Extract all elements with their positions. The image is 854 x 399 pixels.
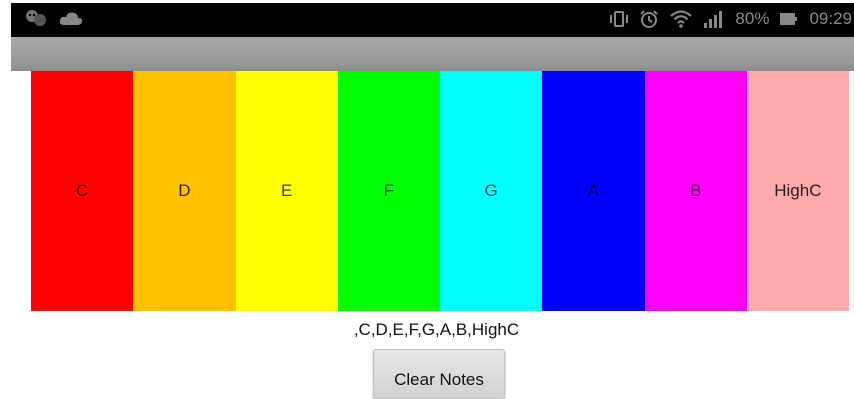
cloud-icon (59, 10, 83, 26)
wifi-icon (669, 9, 693, 29)
note-key-label: HighC (774, 181, 822, 200)
status-left-icons (25, 9, 83, 27)
vibrate-icon (609, 9, 629, 29)
signal-icon (703, 9, 725, 29)
status-right-icons: 80% 09:29 (609, 9, 852, 29)
app-action-bar (11, 37, 854, 71)
note-key-c[interactable]: C (31, 71, 134, 311)
note-key-a[interactable]: A (542, 71, 645, 311)
alarm-icon (639, 9, 659, 29)
note-key-e[interactable]: E (235, 71, 338, 311)
chat-bubbles-icon (25, 9, 47, 27)
note-key-label: C (75, 181, 89, 200)
battery-percent: 80% (735, 9, 770, 28)
note-key-label: G (484, 181, 498, 200)
note-key-highc[interactable]: HighC (746, 71, 849, 311)
status-bar: 80% 09:29 (11, 3, 854, 37)
note-key-label: B (689, 181, 702, 200)
note-key-label: D (178, 181, 191, 200)
notes-played-text: ,C,D,E,F,G,A,B,HighC (353, 320, 520, 339)
clock-time: 09:29 (809, 9, 852, 28)
battery-icon (779, 9, 799, 29)
note-key-f[interactable]: F (337, 71, 440, 311)
note-key-b[interactable]: B (644, 71, 747, 311)
note-keyboard: C D E F G A B HighC (31, 71, 849, 311)
note-key-label: A (587, 181, 600, 200)
note-key-g[interactable]: G (440, 71, 543, 311)
clear-notes-button[interactable]: Clear Notes (373, 349, 505, 399)
note-key-d[interactable]: D (133, 71, 236, 311)
note-key-label: E (280, 181, 293, 200)
note-key-label: F (383, 181, 395, 200)
